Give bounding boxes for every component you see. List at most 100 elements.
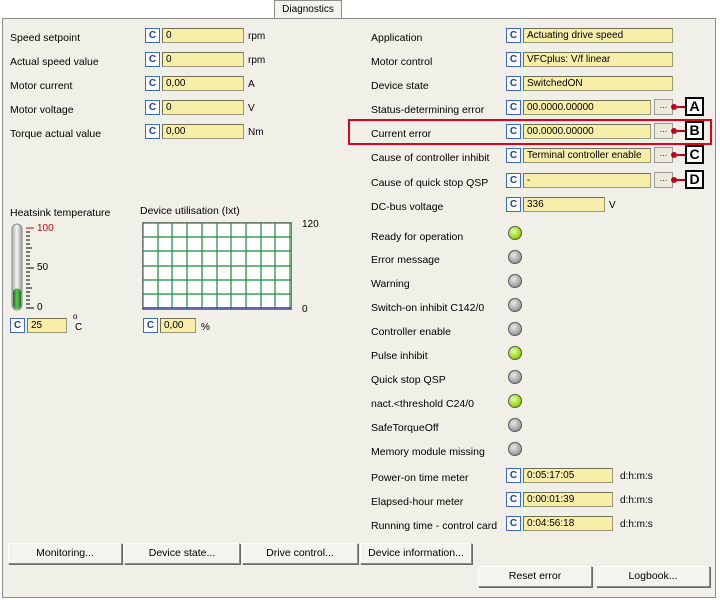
status-memory-module-missing-led xyxy=(508,442,522,456)
status-quick-stop-led xyxy=(508,370,522,384)
motor-voltage-unit: V xyxy=(248,103,255,114)
torque-actual-unit: Nm xyxy=(248,127,264,138)
status-pulse-inhibit-label: Pulse inhibit xyxy=(371,350,428,362)
heatsink-unit: C xyxy=(75,322,83,333)
heatsink-scale-50: 50 xyxy=(37,262,49,273)
speed-setpoint-unit: rpm xyxy=(248,31,266,42)
status-warning-label: Warning xyxy=(371,278,410,290)
power-on-meter-c-button[interactable]: C xyxy=(506,468,521,483)
controller-inhibit-cause-field[interactable]: Terminal controller enable xyxy=(523,148,651,163)
motor-voltage-c-button[interactable]: C xyxy=(145,100,160,115)
dc-bus-voltage-label: DC-bus voltage xyxy=(371,201,444,213)
status-error-message-led xyxy=(508,250,522,264)
running-time-c-button[interactable]: C xyxy=(506,516,521,531)
motor-control-c-button[interactable]: C xyxy=(506,52,521,67)
power-on-meter-unit: d:h:m:s xyxy=(620,471,653,482)
running-time-unit: d:h:m:s xyxy=(620,519,653,530)
status-ready-label: Ready for operation xyxy=(371,231,464,243)
actual-speed-c-button[interactable]: C xyxy=(145,52,160,67)
logbook-button[interactable]: Logbook... xyxy=(596,566,710,587)
utilisation-unit: % xyxy=(201,322,210,333)
callout-d: D xyxy=(685,170,704,189)
elapsed-hour-meter-c-button[interactable]: C xyxy=(506,492,521,507)
status-nact-threshold-led xyxy=(508,394,522,408)
torque-actual-field[interactable]: 0,00 xyxy=(162,124,244,139)
status-safe-torque-off-label: SafeTorqueOff xyxy=(371,422,439,434)
motor-current-c-button[interactable]: C xyxy=(145,76,160,91)
application-c-button[interactable]: C xyxy=(506,28,521,43)
device-state-c-button[interactable]: C xyxy=(506,76,521,91)
speed-setpoint-c-button[interactable]: C xyxy=(145,28,160,43)
thermometer-icon xyxy=(11,223,34,311)
status-nact-threshold-label: nact.<threshold C24/0 xyxy=(371,398,475,410)
reset-error-button[interactable]: Reset error xyxy=(478,566,592,587)
device-state-field[interactable]: SwitchedON xyxy=(523,76,673,91)
status-quick-stop-label: Quick stop QSP xyxy=(371,374,446,386)
utilisation-scale-min: 0 xyxy=(302,304,308,315)
status-warning-led xyxy=(508,274,522,288)
quick-stop-cause-field[interactable]: - xyxy=(523,173,651,188)
elapsed-hour-meter-label: Elapsed-hour meter xyxy=(371,496,464,508)
device-state-label: Device state xyxy=(371,80,429,92)
running-time-field[interactable]: 0:04:56:18 xyxy=(523,516,613,531)
status-switch-on-inhibit-led xyxy=(508,298,522,312)
drive-control-button[interactable]: Drive control... xyxy=(242,543,358,564)
status-ready-led xyxy=(508,226,522,240)
status-memory-module-missing-label: Memory module missing xyxy=(371,446,485,458)
status-controller-enable-led xyxy=(508,322,522,336)
motor-control-field[interactable]: VFCplus: V/f linear xyxy=(523,52,673,67)
dc-bus-voltage-field[interactable]: 336 xyxy=(523,197,605,212)
motor-voltage-label: Motor voltage xyxy=(10,104,74,116)
status-pulse-inhibit-led xyxy=(508,346,522,360)
utilisation-grid-lines xyxy=(142,222,291,309)
speed-setpoint-label: Speed setpoint xyxy=(10,32,81,44)
utilisation-field[interactable]: 0,00 xyxy=(160,318,196,333)
running-time-label: Running time - control card xyxy=(371,520,498,532)
speed-setpoint-field[interactable]: 0 xyxy=(162,28,244,43)
elapsed-hour-meter-field[interactable]: 0:00:01:39 xyxy=(523,492,613,507)
heatsink-c-button[interactable]: C xyxy=(10,318,25,333)
utilisation-c-button[interactable]: C xyxy=(143,318,158,333)
device-information-button[interactable]: Device information... xyxy=(360,543,472,564)
actual-speed-label: Actual speed value xyxy=(10,56,99,68)
power-on-meter-label: Power-on time meter xyxy=(371,472,469,484)
monitoring-button[interactable]: Monitoring... xyxy=(8,543,122,564)
status-determining-error-field[interactable]: 00.0000.00000 xyxy=(523,100,651,115)
utilisation-graph xyxy=(142,222,292,310)
callout-c: C xyxy=(685,145,704,164)
heatsink-temperature-field[interactable]: 25 xyxy=(27,318,67,333)
torque-actual-label: Torque actual value xyxy=(10,128,102,140)
quick-stop-cause-label: Cause of quick stop QSP xyxy=(371,177,489,189)
motor-voltage-field[interactable]: 0 xyxy=(162,100,244,115)
application-field[interactable]: Actuating drive speed xyxy=(523,28,673,43)
tab-diagnostics[interactable]: Diagnostics xyxy=(274,0,342,19)
motor-current-label: Motor current xyxy=(10,80,73,92)
heatsink-scale-100: 100 xyxy=(37,223,54,234)
current-error-label: Current error xyxy=(371,128,432,140)
motor-current-field[interactable]: 0,00 xyxy=(162,76,244,91)
utilisation-scale-max: 120 xyxy=(302,219,319,230)
torque-actual-c-button[interactable]: C xyxy=(145,124,160,139)
status-controller-enable-label: Controller enable xyxy=(371,326,451,338)
power-on-meter-field[interactable]: 0:05:17:05 xyxy=(523,468,613,483)
device-state-button[interactable]: Device state... xyxy=(124,543,240,564)
elapsed-hour-meter-unit: d:h:m:s xyxy=(620,495,653,506)
dc-bus-voltage-unit: V xyxy=(609,200,616,211)
application-label: Application xyxy=(371,32,423,44)
heatsink-unit-degree: o xyxy=(73,312,78,321)
controller-inhibit-cause-c-button[interactable]: C xyxy=(506,148,521,163)
actual-speed-unit: rpm xyxy=(248,55,266,66)
motor-current-unit: A xyxy=(248,79,255,90)
status-error-message-label: Error message xyxy=(371,254,440,266)
status-safe-torque-off-led xyxy=(508,418,522,432)
callout-a: A xyxy=(685,97,704,116)
current-error-c-button[interactable]: C xyxy=(506,124,521,139)
actual-speed-field[interactable]: 0 xyxy=(162,52,244,67)
status-determining-error-label: Status-determining error xyxy=(371,104,485,116)
quick-stop-cause-c-button[interactable]: C xyxy=(506,173,521,188)
current-error-field[interactable]: 00.0000.00000 xyxy=(523,124,651,139)
dc-bus-voltage-c-button[interactable]: C xyxy=(506,197,521,212)
status-determining-error-c-button[interactable]: C xyxy=(506,100,521,115)
status-switch-on-inhibit-label: Switch-on inhibit C142/0 xyxy=(371,302,485,314)
utilisation-title: Device utilisation (Ixt) xyxy=(140,205,240,217)
